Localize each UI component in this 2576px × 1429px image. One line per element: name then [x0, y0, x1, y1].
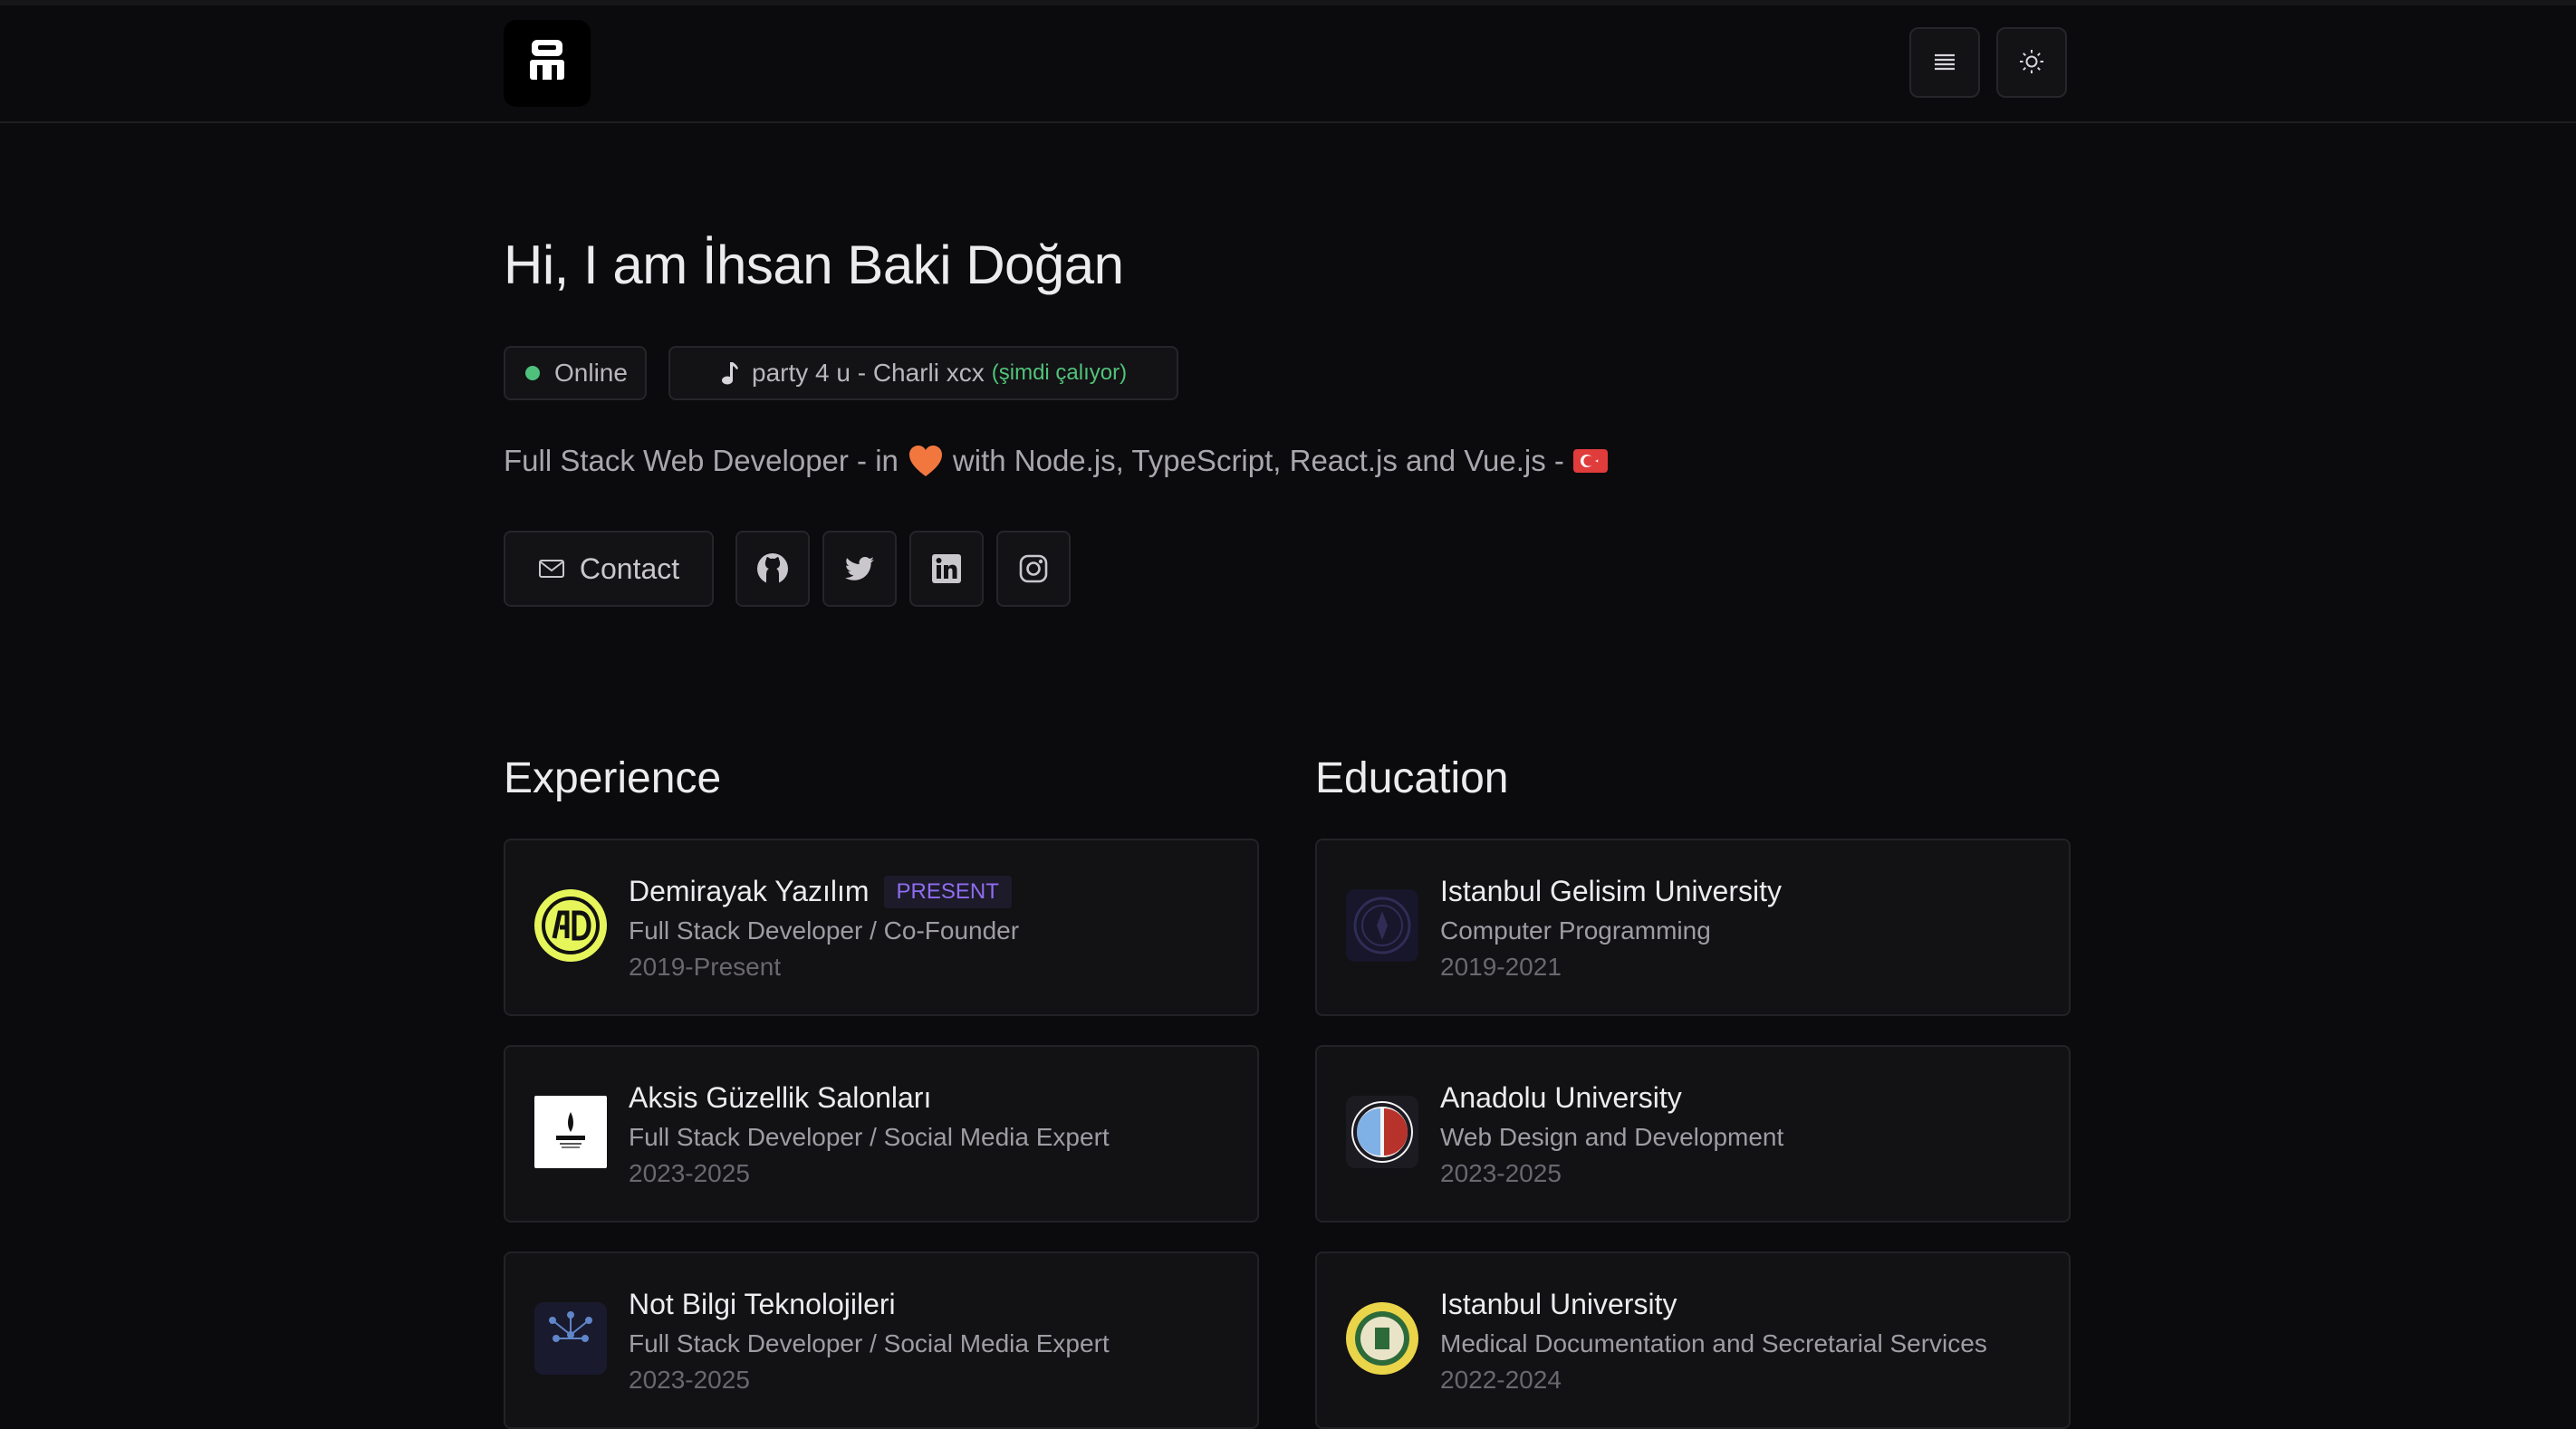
company-name: Demirayak Yazılım	[629, 875, 870, 907]
experience-title: Experience	[504, 754, 722, 802]
github-link[interactable]	[735, 531, 810, 607]
education-title: Education	[1315, 754, 1509, 802]
sun-icon	[2018, 48, 2045, 78]
education-card[interactable]: Istanbul University Medical Documentatio…	[1315, 1252, 2071, 1429]
gelisim-university-logo	[1346, 889, 1418, 962]
github-icon	[755, 551, 790, 586]
years-text: 2023-2025	[629, 1366, 750, 1394]
school-name: Istanbul Gelisim University	[1440, 875, 1782, 907]
company-name: Not Bilgi Teknolojileri	[629, 1288, 896, 1320]
anadolu-university-logo	[1346, 1096, 1418, 1168]
school-name: Istanbul University	[1440, 1288, 1677, 1320]
instagram-link[interactable]	[996, 531, 1071, 607]
mail-icon	[538, 558, 580, 580]
not-bilgi-logo	[534, 1302, 607, 1375]
years-text: 2022-2024	[1440, 1366, 1562, 1394]
role-text: Full Stack Developer / Social Media Expe…	[629, 1123, 1110, 1151]
turkey-flag-icon	[1564, 447, 1617, 475]
hero-title: Hi, I am İhsan Baki Doğan	[504, 235, 1124, 295]
home-logo[interactable]	[504, 20, 591, 107]
role-text: Full Stack Developer / Social Media Expe…	[629, 1329, 1110, 1357]
online-status-badge: Online	[504, 346, 647, 400]
experience-card[interactable]: Demirayak Yazılım PRESENT Full Stack Dev…	[504, 839, 1259, 1016]
menu-icon	[1933, 52, 1956, 74]
experience-card[interactable]: Not Bilgi Teknolojileri Full Stack Devel…	[504, 1252, 1259, 1429]
istanbul-university-logo	[1346, 1302, 1418, 1375]
education-card[interactable]: Anadolu University Web Design and Develo…	[1315, 1045, 2071, 1223]
role-text: Full Stack Developer / Co-Founder	[629, 916, 1020, 945]
site-header	[0, 5, 2576, 123]
present-badge: PRESENT	[883, 875, 1012, 908]
years-text: 2023-2025	[1440, 1159, 1562, 1187]
bio-text-start: Full Stack Web Developer - in	[504, 444, 899, 477]
card-title: Demirayak Yazılım PRESENT	[629, 875, 1012, 908]
company-name: Aksis Güzellik Salonları	[629, 1081, 932, 1114]
years-text: 2023-2025	[629, 1159, 750, 1187]
status-label: Online	[554, 359, 628, 387]
aksis-logo	[534, 1096, 607, 1168]
experience-card[interactable]: Aksis Güzellik Salonları Full Stack Deve…	[504, 1045, 1259, 1223]
bio-text-end: with Node.js, TypeScript, React.js and V…	[952, 444, 1564, 477]
now-playing-status: (şimdi çalıyor)	[991, 360, 1128, 385]
menu-button[interactable]	[1909, 27, 1980, 98]
bio: Full Stack Web Developer - in with Node.…	[504, 444, 1617, 478]
school-name: Anadolu University	[1440, 1081, 1682, 1114]
robot-logo-icon	[528, 38, 566, 90]
twitter-link[interactable]	[822, 531, 897, 607]
contact-label: Contact	[579, 551, 680, 585]
music-note-icon	[719, 360, 739, 386]
theme-toggle-button[interactable]	[1996, 27, 2067, 98]
program-text: Medical Documentation and Secretarial Se…	[1440, 1329, 1987, 1357]
program-text: Computer Programming	[1440, 916, 1711, 945]
now-playing-track: party 4 u - Charli xcx	[752, 359, 985, 387]
online-dot-icon	[525, 366, 540, 380]
program-text: Web Design and Development	[1440, 1123, 1784, 1151]
now-playing-badge[interactable]: party 4 u - Charli xcx (şimdi çalıyor)	[668, 346, 1178, 400]
heart-icon	[899, 444, 953, 478]
years-text: 2019-2021	[1440, 953, 1562, 981]
instagram-icon	[1019, 554, 1048, 583]
linkedin-link[interactable]	[909, 531, 984, 607]
contact-button[interactable]: Contact	[504, 531, 714, 607]
education-card[interactable]: Istanbul Gelisim University Computer Pro…	[1315, 839, 2071, 1016]
twitter-icon	[844, 556, 875, 581]
years-text: 2019-Present	[629, 953, 782, 981]
linkedin-icon	[932, 554, 961, 583]
demirayak-logo	[534, 889, 607, 962]
